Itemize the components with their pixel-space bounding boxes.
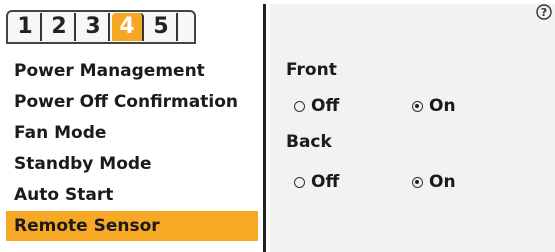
menu-item-power-off-confirmation[interactable]: Power Off Confirmation <box>6 87 258 117</box>
settings-panel: ? Front Off On Back Off On <box>270 4 555 252</box>
tab-2[interactable]: 2 <box>44 13 76 41</box>
tab-3[interactable]: 3 <box>78 13 110 41</box>
tab-4[interactable]: 4 <box>112 13 144 41</box>
help-icon[interactable]: ? <box>535 4 553 22</box>
tab-1[interactable]: 1 <box>10 13 42 41</box>
settings-menu: Power Management Power Off Confirmation … <box>6 56 258 242</box>
menu-item-fan-mode[interactable]: Fan Mode <box>6 118 258 148</box>
help-glyph-icon: ? <box>536 4 552 20</box>
back-on-radio[interactable]: On <box>412 172 456 192</box>
front-label: Front <box>286 60 337 80</box>
radio-off-icon <box>294 176 305 188</box>
left-menu-panel: 1 2 3 4 5 Power Management Power Off Con… <box>0 0 266 252</box>
menu-item-power-management[interactable]: Power Management <box>6 56 258 86</box>
back-on-label: On <box>429 172 456 192</box>
radio-on-icon <box>412 176 423 188</box>
front-off-label: Off <box>311 96 340 116</box>
menu-item-standby-mode[interactable]: Standby Mode <box>6 149 258 179</box>
menu-item-remote-sensor[interactable]: Remote Sensor <box>6 211 258 241</box>
svg-text:?: ? <box>541 6 547 19</box>
page-tabs: 1 2 3 4 5 <box>6 10 196 44</box>
radio-on-icon <box>412 100 423 112</box>
back-off-radio[interactable]: Off <box>294 172 339 192</box>
radio-off-icon <box>294 100 305 112</box>
menu-item-auto-start[interactable]: Auto Start <box>6 180 258 210</box>
front-off-radio[interactable]: Off <box>294 96 339 116</box>
back-off-label: Off <box>311 172 340 192</box>
front-on-radio[interactable]: On <box>412 96 456 116</box>
tab-5[interactable]: 5 <box>146 13 178 41</box>
back-label: Back <box>286 132 332 152</box>
front-on-label: On <box>429 96 456 116</box>
